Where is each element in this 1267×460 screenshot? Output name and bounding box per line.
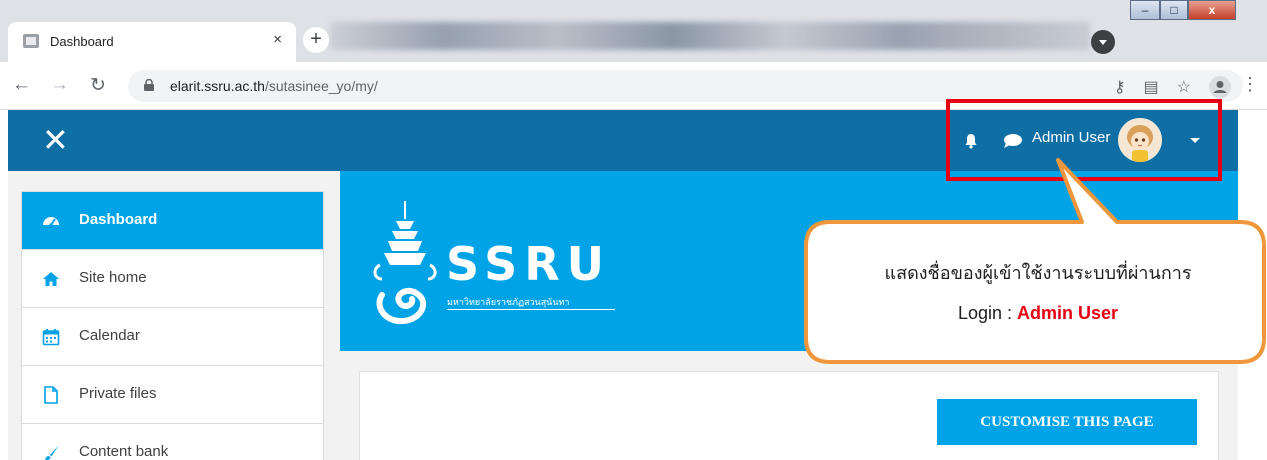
key-icon[interactable]: ⚷ (1114, 77, 1126, 97)
drawer-item-label: Content bank (79, 443, 169, 460)
back-icon[interactable]: ← (12, 74, 31, 96)
star-icon[interactable]: ☆ (1177, 77, 1191, 97)
callout-admin-user: Admin User (1017, 303, 1119, 323)
address-bar[interactable]: elarit.ssru.ac.th/sutasinee_yo/my/ ⚷ ▤ ☆ (128, 70, 1243, 102)
user-highlight-box (946, 99, 1222, 181)
address-bar-icons: ⚷ ▤ ☆ (1114, 76, 1231, 98)
minimize-button[interactable]: – (1130, 0, 1160, 20)
calendar-icon (42, 329, 60, 346)
url-text[interactable]: elarit.ssru.ac.th/sutasinee_yo/my/ (170, 78, 378, 94)
callout-line-2: Login : Admin User (818, 303, 1258, 324)
translate-icon[interactable]: ▤ (1144, 77, 1159, 97)
moodle-favicon-icon (23, 34, 39, 48)
url-host: elarit.ssru.ac.th (170, 78, 265, 94)
ssru-logo-text: SSRU (446, 237, 611, 291)
lock-icon (144, 79, 154, 91)
drawer-item-content-bank[interactable]: Content bank (22, 424, 323, 460)
profile-icon[interactable] (1209, 76, 1231, 98)
close-window-button[interactable]: x (1188, 0, 1236, 20)
new-tab-button[interactable]: + (303, 27, 329, 53)
close-drawer-icon[interactable]: ✕ (42, 122, 69, 158)
tab-search-icon[interactable] (1091, 30, 1115, 54)
ssru-emblem-icon (373, 201, 437, 325)
screen: Dashboard × + – □ x ← → ↻ elarit.ssru.ac… (0, 0, 1267, 460)
callout-login-prefix: Login : (957, 303, 1017, 323)
brush-icon (45, 445, 59, 460)
customise-page-button[interactable]: CUSTOMISE THIS PAGE (937, 399, 1197, 445)
browser-menu-icon[interactable]: ⋮ (1241, 74, 1259, 95)
dashboard-icon (43, 217, 59, 227)
drawer-item-private-files[interactable]: Private files (22, 366, 323, 424)
file-icon (44, 386, 58, 404)
drawer-item-label: Calendar (79, 327, 140, 344)
browser-tab[interactable]: Dashboard × (8, 22, 296, 62)
callout-line-1: แสดงชื่อของผู้เข้าใช้งานระบบที่ผ่านการ (884, 263, 1192, 283)
window-controls: – □ x (1130, 0, 1250, 22)
maximize-button[interactable]: □ (1160, 0, 1188, 20)
reload-icon[interactable]: ↻ (90, 74, 106, 97)
home-icon (43, 272, 59, 286)
ssru-logo-subtitle: มหาวิทยาลัยราชภัฏสวนสุนันทา (447, 297, 570, 307)
drawer-item-site-home[interactable]: Site home (22, 250, 323, 308)
tab-title: Dashboard (50, 34, 114, 49)
drawer-item-calendar[interactable]: Calendar (22, 308, 323, 366)
browser-tab-bar: Dashboard × + – □ x (0, 0, 1267, 62)
drawer-item-dashboard[interactable]: Dashboard (22, 192, 323, 250)
url-path: /sutasinee_yo/my/ (264, 78, 378, 94)
drawer-item-label: Dashboard (79, 211, 158, 228)
logo-divider (447, 309, 615, 310)
dashboard-card: CUSTOMISE THIS PAGE (359, 371, 1219, 460)
drawer-item-label: Private files (79, 385, 157, 402)
forward-icon[interactable]: → (50, 74, 69, 96)
drawer-menu: Dashboard Site home Calendar Private fil… (21, 191, 324, 460)
tab-close-icon[interactable]: × (273, 31, 282, 48)
nav-drawer: Dashboard Site home Calendar Private fil… (8, 171, 340, 460)
main-content: CUSTOMISE THIS PAGE (340, 351, 1238, 460)
drawer-item-label: Site home (79, 269, 147, 286)
blurred-tabs (330, 22, 1090, 50)
